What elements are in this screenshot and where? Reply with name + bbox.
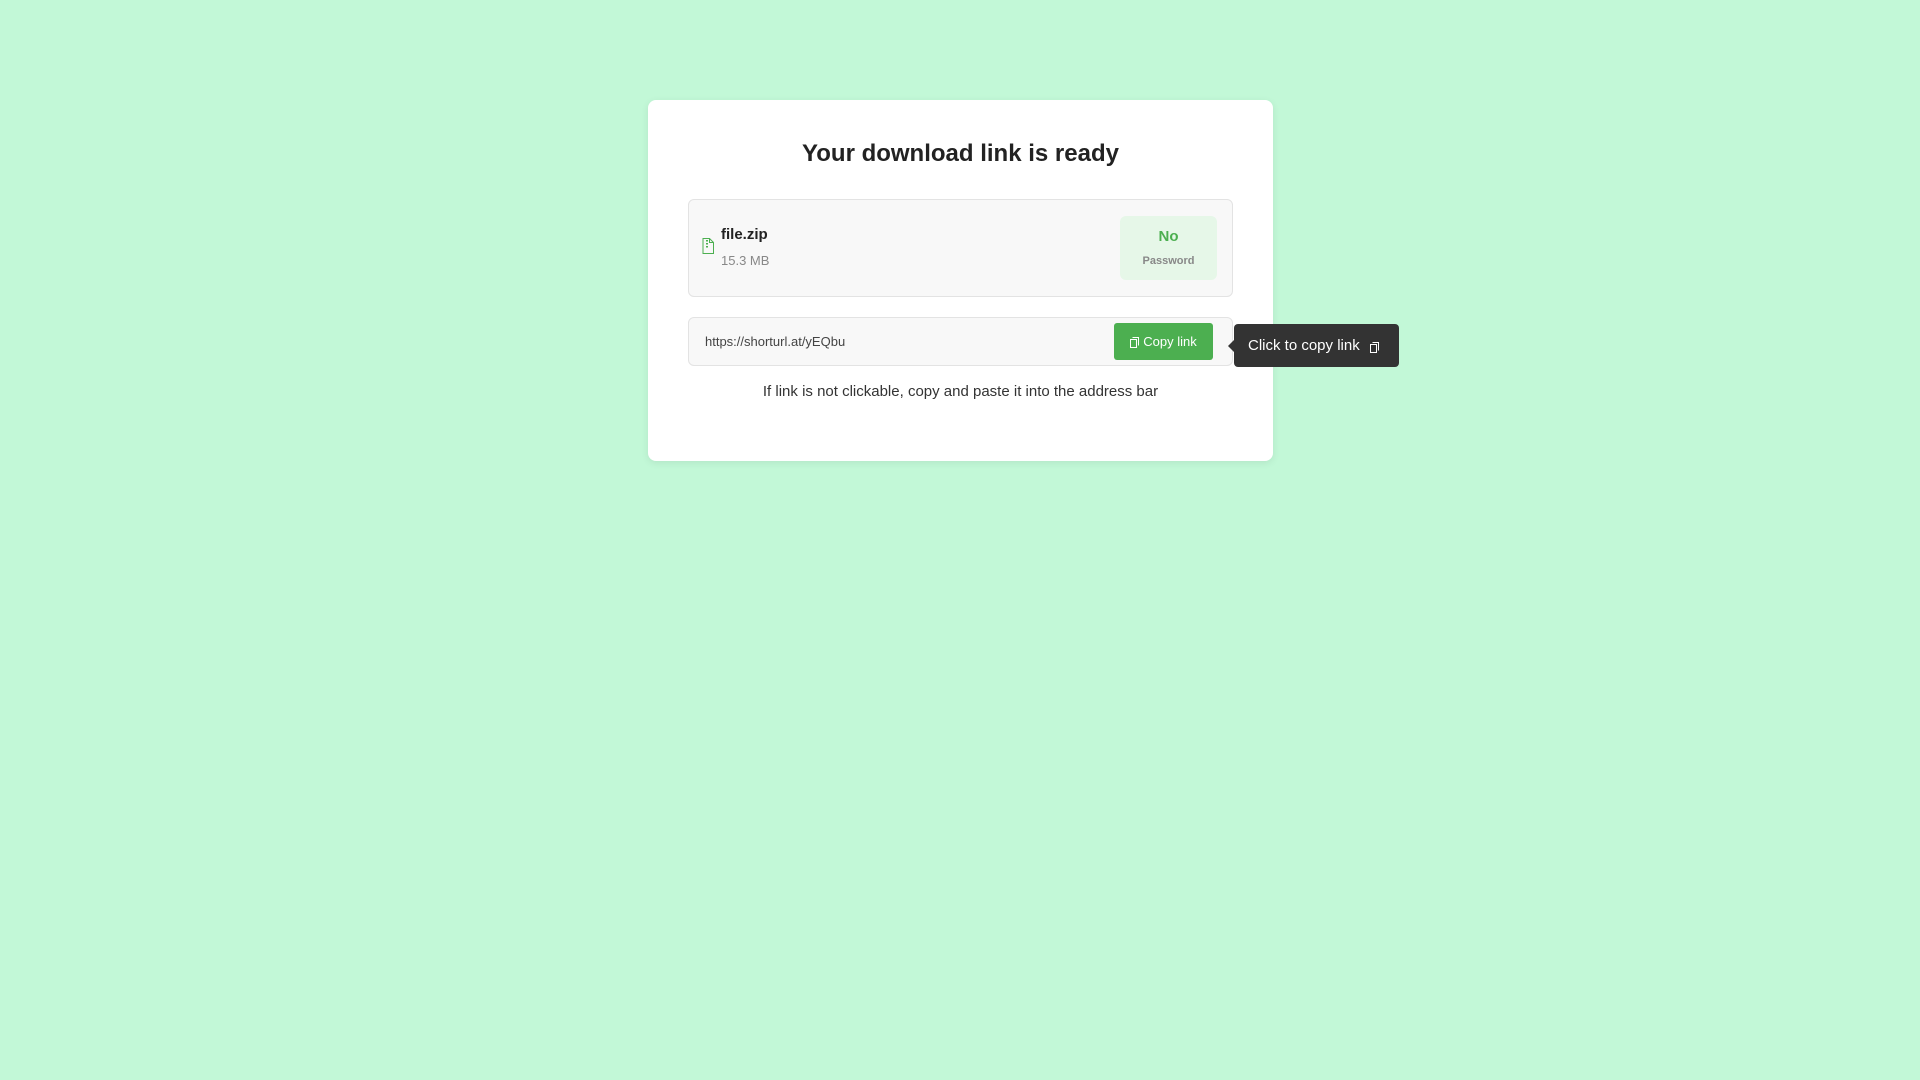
- copy-link-label: Copy link: [1143, 334, 1197, 349]
- tooltip-text: Click to copy link: [1248, 337, 1360, 354]
- link-hint: If link is not clickable, copy and paste…: [762, 383, 1159, 400]
- copy-icon: [1130, 336, 1140, 348]
- copy-link-button[interactable]: Copy link: [1114, 323, 1213, 360]
- copy-icon: [1369, 340, 1379, 353]
- password-badge: No Password: [1120, 216, 1217, 280]
- copy-tooltip: Click to copy link: [1228, 324, 1399, 367]
- password-label: Password: [1142, 255, 1195, 267]
- file-size: 15.3 MB: [721, 253, 770, 268]
- file-name: file.zip: [721, 226, 768, 243]
- page-title: Your download link is ready: [802, 140, 1119, 167]
- link-input[interactable]: [705, 318, 1105, 365]
- download-card: Your download link is ready file.zip 15.…: [648, 100, 1273, 461]
- password-status: No: [1158, 228, 1179, 245]
- file-archive-icon: [702, 238, 714, 254]
- file-info-box: file.zip 15.3 MB No Password: [688, 199, 1233, 297]
- link-field-box: Copy link: [688, 317, 1233, 366]
